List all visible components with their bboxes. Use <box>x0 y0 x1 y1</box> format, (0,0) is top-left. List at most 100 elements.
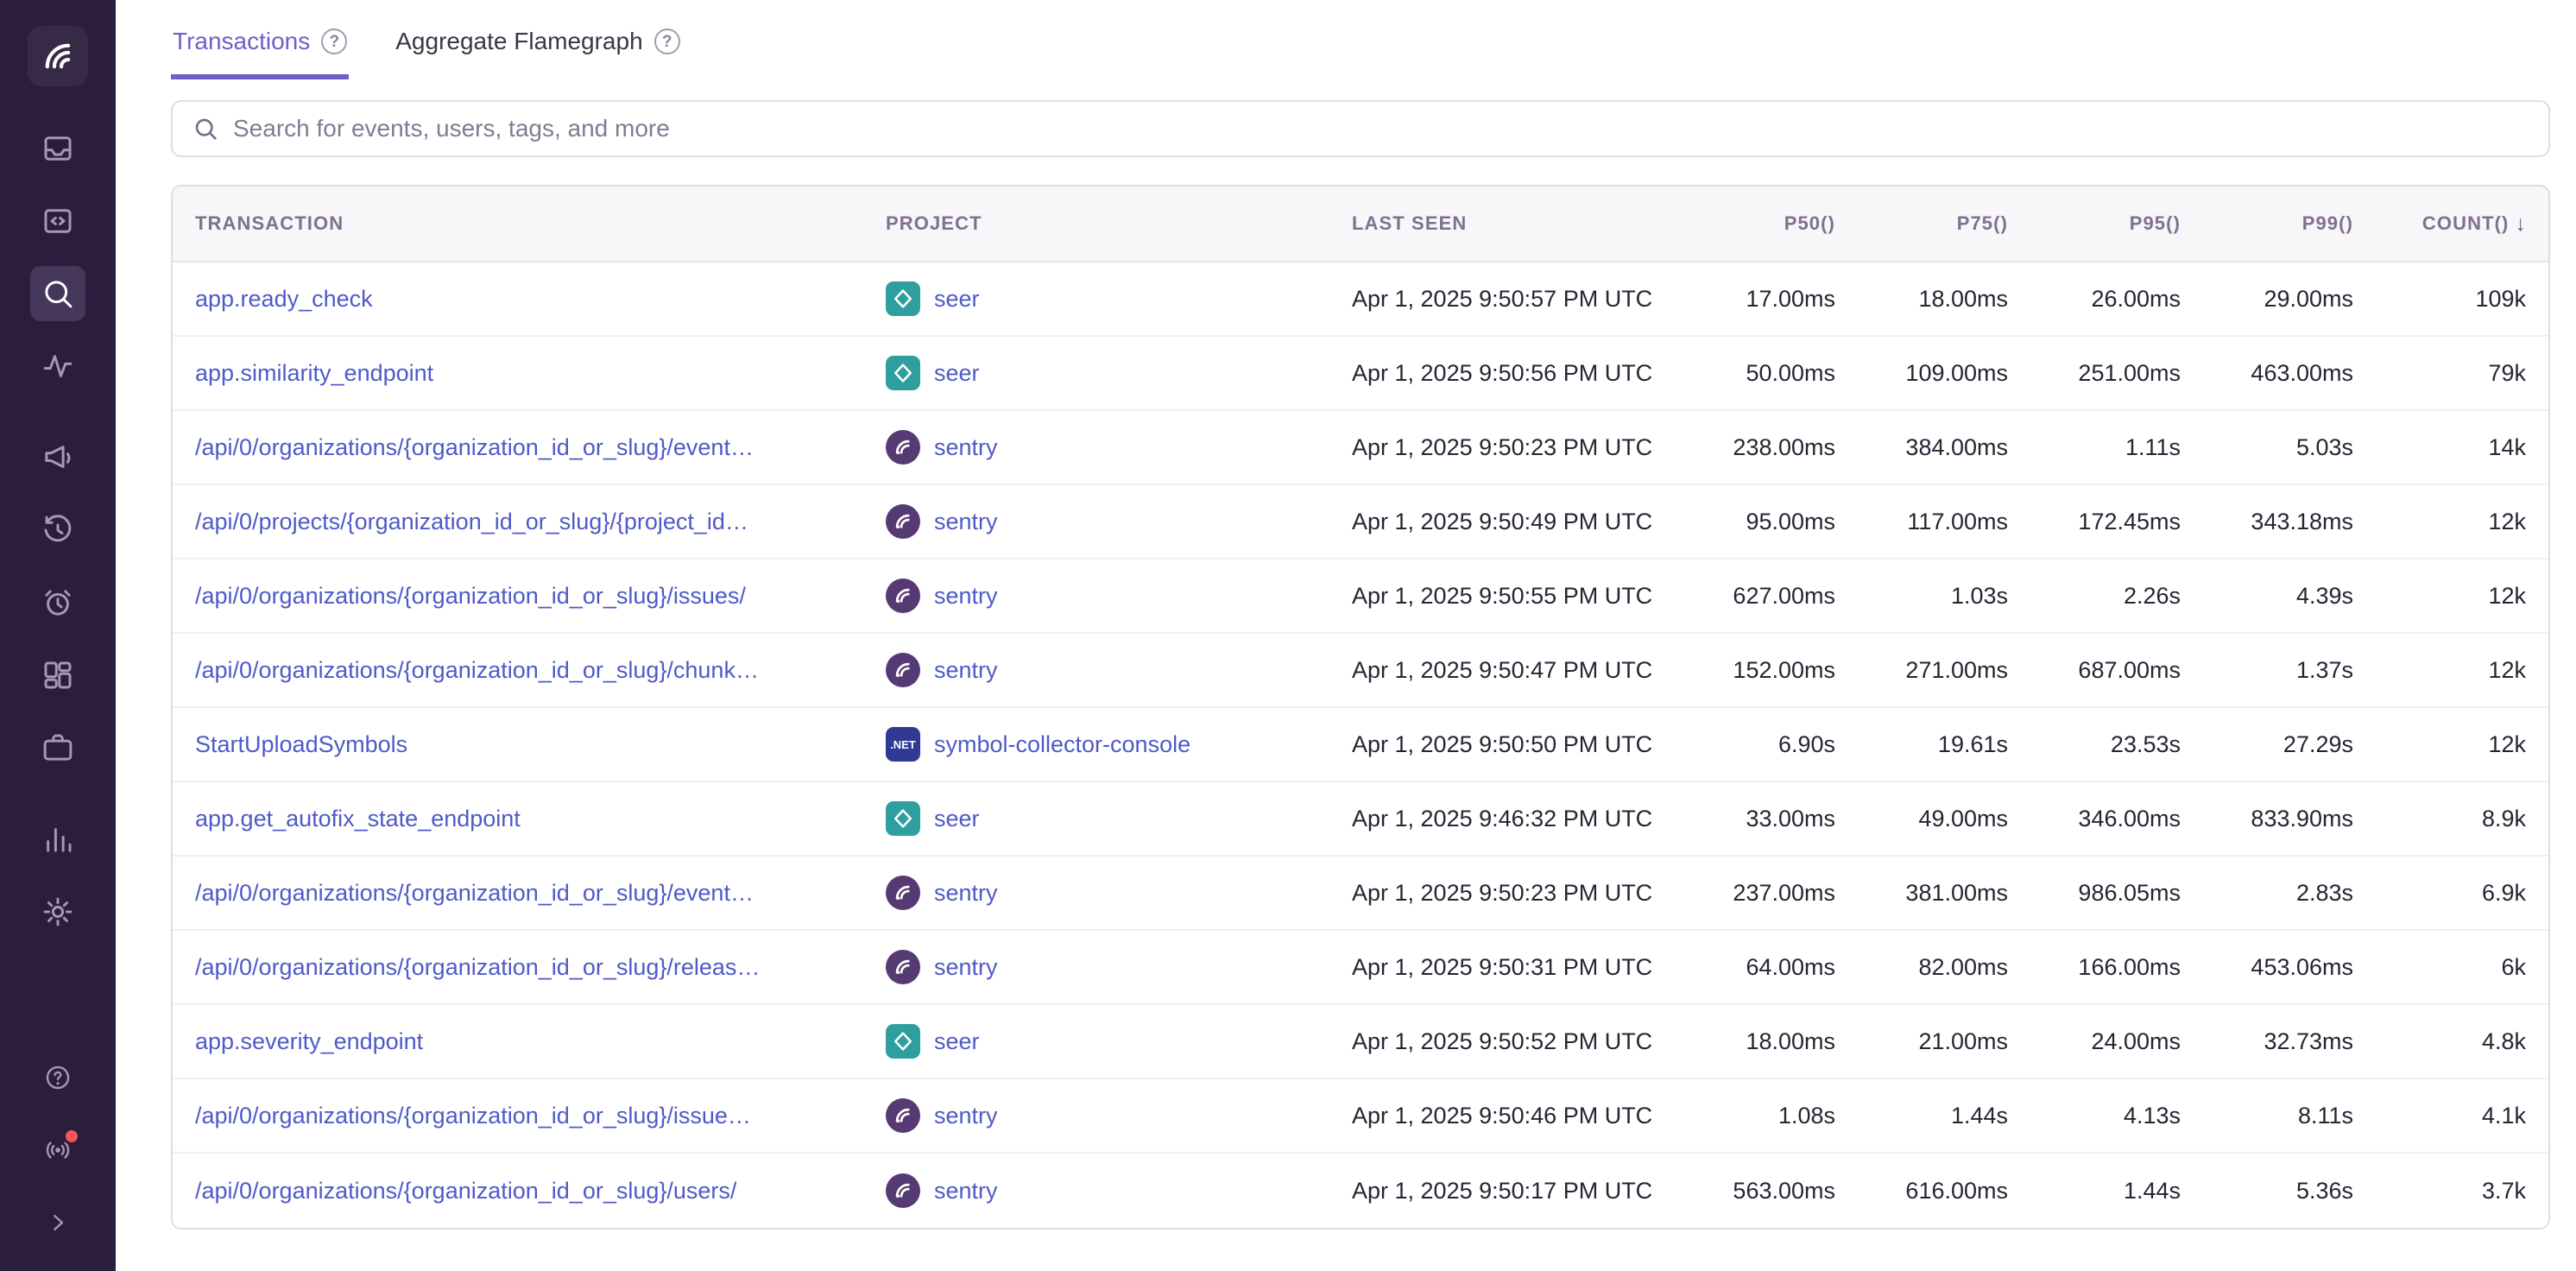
platform-icon <box>886 876 920 910</box>
transaction-link[interactable]: /api/0/organizations/{organization_id_or… <box>195 1103 751 1129</box>
column-header-project[interactable]: PROJECT <box>886 212 1352 235</box>
project-link[interactable]: sentry <box>934 583 998 610</box>
transaction-link[interactable]: /api/0/organizations/{organization_id_or… <box>195 1178 736 1205</box>
sidebar-item-traces[interactable] <box>30 338 85 394</box>
project-link[interactable]: seer <box>934 1028 980 1055</box>
help-icon[interactable]: ? <box>321 28 347 54</box>
tab-transactions[interactable]: Transactions ? <box>171 24 349 79</box>
project-link[interactable]: sentry <box>934 1178 998 1205</box>
transaction-cell: /api/0/organizations/{organization_id_or… <box>195 582 886 610</box>
platform-icon <box>886 579 920 613</box>
project-cell: sentry <box>886 504 1352 539</box>
p75-cell: 49.00ms <box>1835 806 2008 832</box>
project-cell: seer <box>886 281 1352 316</box>
chevron-right-icon <box>43 1208 73 1237</box>
platform-icon <box>886 1173 920 1208</box>
sidebar-item-help[interactable] <box>30 1050 85 1105</box>
transaction-link[interactable]: StartUploadSymbols <box>195 731 407 758</box>
search-input[interactable] <box>233 115 2529 142</box>
sidebar-item-issues[interactable] <box>30 121 85 176</box>
project-link[interactable]: seer <box>934 806 980 832</box>
sidebar-item-settings[interactable] <box>30 884 85 939</box>
sentry-platform-icon <box>890 954 916 980</box>
last-seen-cell: Apr 1, 2025 9:50:46 PM UTC <box>1352 1103 1663 1129</box>
sidebar-group-primary <box>30 121 85 394</box>
sidebar-item-explore[interactable] <box>30 266 85 321</box>
transaction-cell: /api/0/organizations/{organization_id_or… <box>195 656 886 684</box>
sidebar-item-crons[interactable] <box>30 575 85 630</box>
tab-aggregate-flamegraph[interactable]: Aggregate Flamegraph ? <box>394 24 681 79</box>
project-link[interactable]: sentry <box>934 1103 998 1129</box>
project-link[interactable]: symbol-collector-console <box>934 731 1190 758</box>
project-cell: sentry <box>886 653 1352 687</box>
sentry-platform-icon <box>890 1178 916 1204</box>
project-cell: sentry <box>886 1173 1352 1208</box>
megaphone-icon <box>40 439 76 476</box>
project-cell: seer <box>886 801 1352 836</box>
p95-cell: 1.11s <box>2008 434 2181 461</box>
p50-cell: 237.00ms <box>1663 880 1835 907</box>
p99-cell: 463.00ms <box>2181 360 2353 387</box>
table-row: /api/0/organizations/{organization_id_or… <box>173 411 2548 485</box>
project-link[interactable]: seer <box>934 360 980 387</box>
transaction-link[interactable]: /api/0/organizations/{organization_id_or… <box>195 657 759 684</box>
project-cell: sentry <box>886 579 1352 613</box>
sidebar-item-whats-new[interactable] <box>30 1122 85 1178</box>
p50-cell: 6.90s <box>1663 731 1835 758</box>
project-link[interactable]: sentry <box>934 880 998 907</box>
p50-cell: 95.00ms <box>1663 509 1835 535</box>
p95-cell: 687.00ms <box>2008 657 2181 684</box>
main-content: Transactions ? Aggregate Flamegraph ? TR… <box>116 0 2576 1271</box>
p99-cell: 343.18ms <box>2181 509 2353 535</box>
sentry-platform-icon <box>890 509 916 534</box>
help-icon[interactable]: ? <box>654 28 680 54</box>
column-header-p75[interactable]: P75() <box>1835 212 2008 235</box>
project-link[interactable]: sentry <box>934 509 998 535</box>
table-body: app.ready_check seer Apr 1, 2025 9:50:57… <box>173 262 2548 1228</box>
sidebar-item-dashboards[interactable] <box>30 648 85 703</box>
p99-cell: 833.90ms <box>2181 806 2353 832</box>
column-header-last-seen[interactable]: LAST SEEN <box>1352 212 1663 235</box>
count-cell: 6k <box>2353 954 2526 981</box>
sidebar-item-releases[interactable] <box>30 503 85 558</box>
briefcase-icon <box>40 730 76 766</box>
sidebar-item-home[interactable] <box>28 26 88 86</box>
sidebar-item-projects[interactable] <box>30 193 85 249</box>
p50-cell: 18.00ms <box>1663 1028 1835 1055</box>
alarm-clock-icon <box>40 585 76 621</box>
transaction-link[interactable]: app.ready_check <box>195 286 373 313</box>
transaction-link[interactable]: app.severity_endpoint <box>195 1028 423 1055</box>
sidebar-item-insights[interactable] <box>30 720 85 775</box>
p75-cell: 109.00ms <box>1835 360 2008 387</box>
column-header-p95[interactable]: P95() <box>2008 212 2181 235</box>
search-bar <box>171 100 2550 157</box>
platform-icon: .NET <box>886 727 920 762</box>
column-header-p50[interactable]: P50() <box>1663 212 1835 235</box>
project-link[interactable]: sentry <box>934 657 998 684</box>
transaction-link[interactable]: app.get_autofix_state_endpoint <box>195 806 521 832</box>
project-link[interactable]: sentry <box>934 434 998 461</box>
count-cell: 12k <box>2353 731 2526 758</box>
sidebar-footer <box>30 1050 85 1250</box>
transaction-link[interactable]: /api/0/organizations/{organization_id_or… <box>195 954 760 981</box>
column-header-transaction[interactable]: TRANSACTION <box>195 212 886 235</box>
sidebar-collapse-button[interactable] <box>30 1195 85 1250</box>
last-seen-cell: Apr 1, 2025 9:50:55 PM UTC <box>1352 583 1663 610</box>
transaction-link[interactable]: /api/0/organizations/{organization_id_or… <box>195 880 754 907</box>
column-header-count[interactable]: COUNT() ↓ <box>2353 212 2526 237</box>
column-header-p99[interactable]: P99() <box>2181 212 2353 235</box>
table-row: app.get_autofix_state_endpoint seer Apr … <box>173 782 2548 857</box>
sidebar-item-stats[interactable] <box>30 812 85 867</box>
seer-platform-icon <box>890 1028 916 1054</box>
project-link[interactable]: seer <box>934 286 980 313</box>
table-row: /api/0/organizations/{organization_id_or… <box>173 931 2548 1005</box>
project-link[interactable]: sentry <box>934 954 998 981</box>
transaction-link[interactable]: /api/0/organizations/{organization_id_or… <box>195 434 754 461</box>
sidebar-item-feedback[interactable] <box>30 430 85 485</box>
transaction-link[interactable]: /api/0/projects/{organization_id_or_slug… <box>195 509 748 535</box>
p75-cell: 117.00ms <box>1835 509 2008 535</box>
transaction-link[interactable]: /api/0/organizations/{organization_id_or… <box>195 583 746 610</box>
transaction-link[interactable]: app.similarity_endpoint <box>195 360 433 387</box>
count-cell: 4.1k <box>2353 1103 2526 1129</box>
p75-cell: 18.00ms <box>1835 286 2008 313</box>
